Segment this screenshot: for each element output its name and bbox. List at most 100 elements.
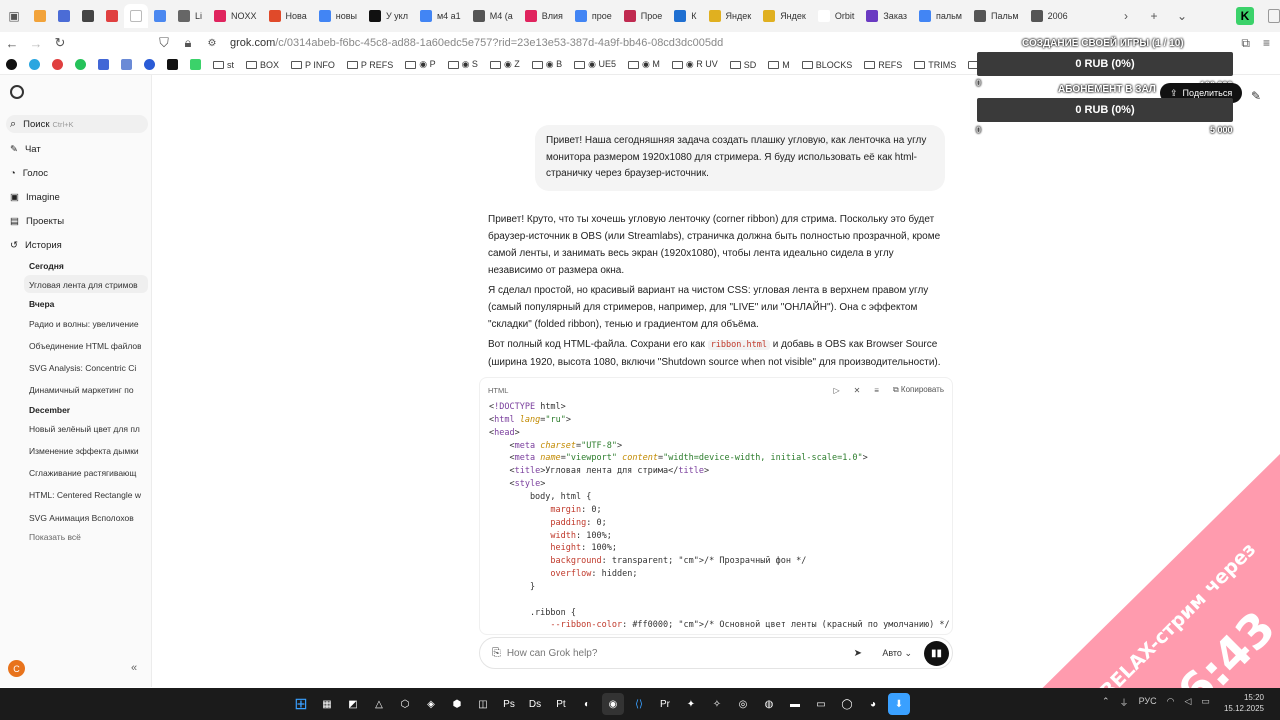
browser-tab[interactable]: 2006 <box>1025 4 1074 28</box>
bookmark-folder[interactable]: ◉ UE5 <box>568 59 622 70</box>
history-item[interactable]: Объединение HTML файлов <box>29 341 141 351</box>
bookmark-icon-7[interactable] <box>138 59 161 70</box>
taskbar-app-icon[interactable]: Ds <box>524 693 546 715</box>
browser-tab[interactable]: М4 (а <box>467 4 519 28</box>
reload-icon[interactable]: ↻ <box>48 35 72 51</box>
lock-icon[interactable]: 🔒︎ <box>176 35 200 51</box>
bookmark-folder[interactable]: BLOCKS <box>796 59 859 70</box>
bookmark-folder[interactable]: M <box>762 59 796 70</box>
browser-tab[interactable]: новы <box>313 4 363 28</box>
taskbar-app-icon[interactable]: ⬇ <box>888 693 910 715</box>
browser-tab[interactable]: пальм <box>913 4 968 28</box>
bookmark-folder[interactable]: P REFS <box>341 59 399 70</box>
vscode-icon[interactable]: ⟨⟩ <box>628 693 650 715</box>
browser-tab[interactable]: Яндек <box>703 4 758 28</box>
bookmark-icon-2[interactable] <box>23 59 46 70</box>
url-field[interactable]: grok.com/c/0314abeb-f6bc-45c8-ad88-1a60e… <box>230 37 723 49</box>
show-all-link[interactable]: Показать всё <box>29 532 141 542</box>
taskbar-app-icon[interactable]: ✧ <box>706 693 728 715</box>
browser-icon[interactable]: ◉ <box>602 693 624 715</box>
sidebar-item-history[interactable]: ↺ История <box>10 240 62 251</box>
forward-icon[interactable]: → <box>24 36 48 51</box>
window-button-icon[interactable] <box>1268 9 1280 23</box>
taskbar-app-icon[interactable]: △ <box>368 693 390 715</box>
tray-chevron-icon[interactable]: ⌃ <box>1102 696 1110 709</box>
taskbar-app-icon[interactable]: ◕ <box>862 693 884 715</box>
bookmark-icon-4[interactable] <box>69 59 92 70</box>
sidebar-item-voice[interactable]: ◔ Голос <box>10 168 48 179</box>
history-item[interactable]: Изменение эффекта дымки <box>29 446 141 456</box>
browser-tab[interactable] <box>100 4 124 28</box>
browser-tab[interactable] <box>52 4 76 28</box>
system-tray[interactable]: ⌃ ⏚ РУС ◠ ◁ ▭ <box>1102 696 1210 709</box>
history-item[interactable]: SVG Анимация Всполохов <box>29 513 141 523</box>
taskbar-app-icon[interactable]: Pr <box>654 693 676 715</box>
tab-actions-icon[interactable]: ▣ <box>0 4 28 28</box>
clock[interactable]: 15:20 15.12.2025 <box>1224 692 1264 714</box>
obs-icon[interactable]: ◯ <box>836 693 858 715</box>
browser-tab[interactable]: Влия <box>519 4 569 28</box>
browser-tab[interactable]: Orbit <box>812 4 861 28</box>
sidebar-search[interactable]: ⌕ Поиск Ctrl+K <box>10 118 74 131</box>
history-item[interactable]: Радио и волны: увеличение <box>29 319 141 329</box>
bookmark-icon-6[interactable] <box>115 59 138 70</box>
wrap-icon[interactable]: ≡ <box>874 386 879 395</box>
taskbar-app-icon[interactable]: ◍ <box>758 693 780 715</box>
taskbar-app-icon[interactable]: ⬡ <box>394 693 416 715</box>
voice-mode-button[interactable]: ▮▮ <box>924 641 949 666</box>
site-settings-icon[interactable]: ⚙ <box>200 38 224 49</box>
github-bookmark[interactable] <box>0 59 23 70</box>
battery-icon[interactable]: ▭ <box>1201 696 1210 709</box>
attach-icon[interactable]: ⎘ <box>492 647 501 660</box>
back-icon[interactable]: ← <box>0 36 24 51</box>
taskbar-app-icon[interactable]: ◐ <box>576 693 598 715</box>
language-indicator[interactable]: РУС <box>1139 696 1157 709</box>
bookmark-folder[interactable]: ◉ P <box>399 59 441 70</box>
bookmark-folder[interactable]: REFS <box>858 59 908 70</box>
history-item[interactable]: Динамичный маркетинг по <box>29 385 141 395</box>
history-item[interactable]: SVG Analysis: Concentric Ci <box>29 363 141 373</box>
browser-tab[interactable]: Яндек <box>757 4 812 28</box>
bookmark-folder[interactable]: ◉ R UV <box>666 59 724 70</box>
menu-icon[interactable]: ≡ <box>1263 36 1270 50</box>
bookmark-folder[interactable]: ◉ M <box>622 59 666 70</box>
copy-button[interactable]: ⧉ Копировать <box>893 385 944 395</box>
tabs-scroll-right-icon[interactable]: › <box>1112 4 1140 28</box>
browser-tab[interactable]: К <box>668 4 702 28</box>
browser-tab[interactable] <box>148 4 172 28</box>
bookmark-icon-3[interactable] <box>46 59 69 70</box>
bookmark-folder[interactable]: SD <box>724 59 763 70</box>
bookmark-folder[interactable]: ◉ S <box>442 59 484 70</box>
taskbar-app-icon[interactable]: ⬢ <box>446 693 468 715</box>
avatar[interactable]: C <box>8 660 25 677</box>
photoshop-icon[interactable]: Ps <box>498 693 520 715</box>
bookmark-icon-9[interactable] <box>184 59 207 70</box>
edit-icon[interactable]: ✎ <box>1251 89 1261 103</box>
bookmark-folder[interactable]: TRIMS <box>908 59 962 70</box>
browser-tab[interactable]: Заказ <box>860 4 913 28</box>
wifi-icon[interactable]: ◠ <box>1167 696 1175 709</box>
collapse-icon[interactable]: ✕ <box>854 386 861 395</box>
sidebar-item-chat[interactable]: ✎ Чат <box>10 144 41 155</box>
bookmark-folder[interactable]: P INFO <box>285 59 341 70</box>
taskbar-app-icon[interactable]: ◈ <box>420 693 442 715</box>
new-tab-icon[interactable]: + <box>1140 4 1168 28</box>
taskbar-app-icon[interactable]: Pt <box>550 693 572 715</box>
mic-icon[interactable]: ⏚ <box>1120 696 1129 709</box>
history-item[interactable]: Угловая лента для стримов <box>29 280 141 290</box>
chat-input[interactable]: ⎘ How can Grok help? ➤ Авто ⌄ ▮▮ <box>479 637 953 669</box>
bookmark-folder[interactable]: st <box>207 59 240 70</box>
browser-tab[interactable]: Пальм <box>968 4 1025 28</box>
volume-icon[interactable]: ◁ <box>1184 696 1191 709</box>
k-extension-icon[interactable]: K <box>1236 7 1254 25</box>
history-item[interactable]: Новый зелёный цвет для пл <box>29 424 141 434</box>
browser-tab[interactable]: м4 а1 <box>414 4 467 28</box>
taskbar-app-icon[interactable]: ▬ <box>784 693 806 715</box>
run-icon[interactable]: ▷ <box>833 386 839 395</box>
sidebar-item-imagine[interactable]: ▣ Imagine <box>10 192 60 203</box>
history-item[interactable]: Сглаживание растягивающ <box>29 468 141 478</box>
browser-tab[interactable]: NOXX <box>208 4 263 28</box>
extensions-icon[interactable]: ⧉ <box>1241 36 1250 51</box>
history-item[interactable]: HTML: Centered Rectangle w <box>29 490 141 500</box>
mode-select[interactable]: Авто ⌄ <box>882 648 912 659</box>
